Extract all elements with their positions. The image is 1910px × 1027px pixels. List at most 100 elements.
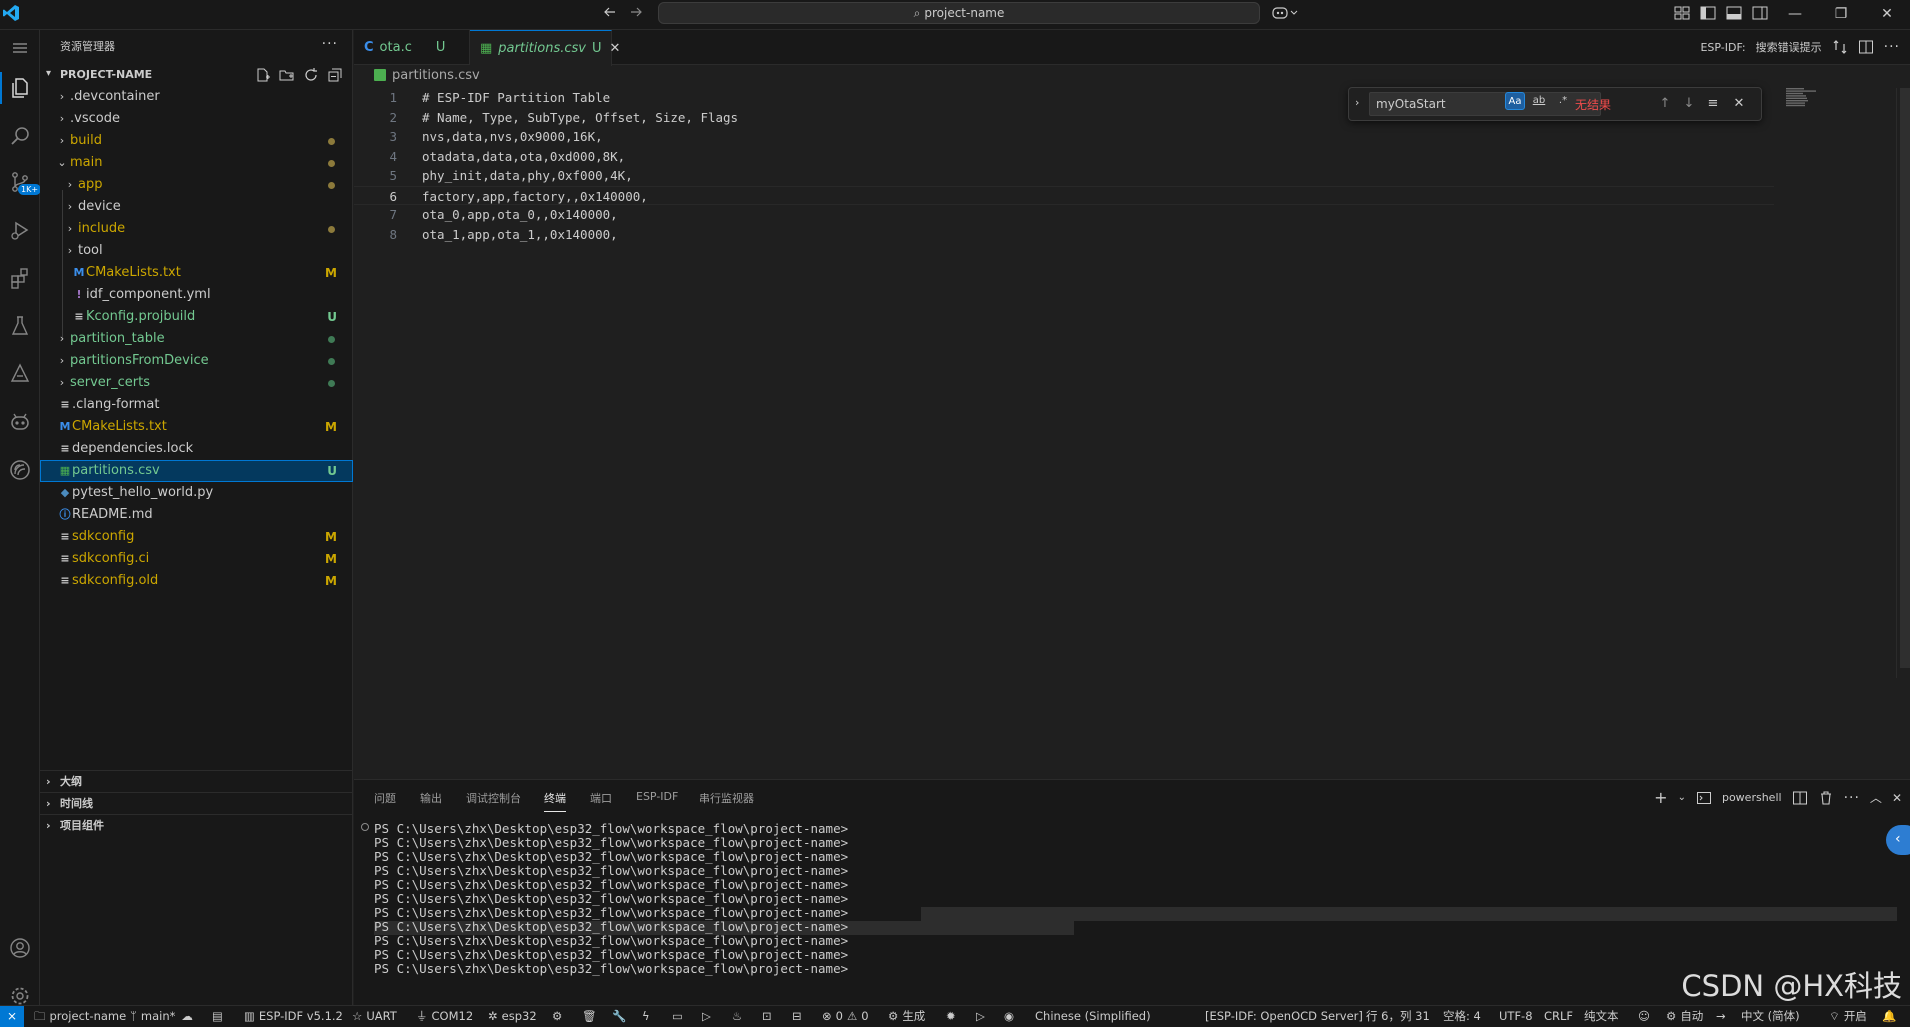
status-settings[interactable]: ⚙ bbox=[552, 1006, 562, 1027]
status-build[interactable]: 🔧 bbox=[612, 1006, 626, 1027]
extensions-button[interactable] bbox=[4, 262, 36, 294]
panel-tab[interactable]: 调试控制台 bbox=[466, 790, 521, 812]
code-line[interactable]: 4 otadata,data,ota,0xd000,8K, bbox=[354, 147, 1774, 166]
split-editor-icon[interactable] bbox=[1858, 39, 1874, 55]
tree-file[interactable]: ≡ Kconfig.projbuild U bbox=[40, 306, 353, 328]
panel-tab[interactable]: 终端 bbox=[544, 790, 566, 812]
scrollbar-thumb[interactable] bbox=[1900, 88, 1910, 668]
status-encoding[interactable]: UTF-8 bbox=[1499, 1006, 1533, 1027]
status-export[interactable]: ⊟ bbox=[792, 1006, 802, 1027]
new-folder-icon[interactable] bbox=[279, 67, 295, 83]
breadcrumb[interactable]: partitions.csv bbox=[374, 66, 480, 86]
status-uart[interactable]: ☆ UART bbox=[352, 1006, 397, 1027]
tree-file[interactable]: ! idf_component.yml bbox=[40, 284, 353, 306]
panel-tab[interactable]: ESP-IDF bbox=[636, 790, 678, 812]
status-watch[interactable]: ◉ bbox=[1004, 1006, 1014, 1027]
remote-button[interactable]: ⨯ bbox=[0, 1006, 24, 1027]
toggle-replace-icon[interactable]: › bbox=[1355, 96, 1359, 109]
new-terminal-button[interactable]: + bbox=[1654, 788, 1667, 807]
status-project[interactable]: 🗀 project-name bbox=[34, 1006, 126, 1027]
split-terminal-icon[interactable] bbox=[1792, 790, 1808, 806]
status-cursor-position[interactable]: 行 6，列 31 bbox=[1366, 1006, 1430, 1027]
match-case-toggle[interactable]: Aa bbox=[1505, 92, 1525, 110]
status-port[interactable]: ⏚ COM12 bbox=[416, 1006, 473, 1027]
project-header[interactable]: ▾ PROJECT-NAME bbox=[40, 64, 353, 86]
status-build-task[interactable]: ⚙ 生成 bbox=[888, 1006, 925, 1027]
tree-folder[interactable]: › tool bbox=[40, 240, 353, 262]
menu-button[interactable] bbox=[4, 32, 36, 64]
timeline-section[interactable]: › 时间线 bbox=[40, 792, 353, 814]
close-panel-icon[interactable]: ✕ bbox=[1892, 791, 1902, 805]
toggle-sidebar-button[interactable] bbox=[1700, 6, 1716, 20]
panel-tab[interactable]: 问题 bbox=[374, 790, 396, 812]
status-language-pack[interactable]: Chinese (Simplified) bbox=[1035, 1006, 1151, 1027]
status-indentation[interactable]: 空格: 4 bbox=[1443, 1006, 1481, 1027]
tree-folder[interactable]: › build bbox=[40, 130, 353, 152]
code-line[interactable]: 7 ota_0,app,ota_0,,0x140000, bbox=[354, 205, 1774, 224]
status-eol[interactable]: CRLF bbox=[1544, 1006, 1573, 1027]
status-run[interactable]: ▷ bbox=[976, 1006, 985, 1027]
accounts-button[interactable] bbox=[4, 932, 36, 964]
next-match-button[interactable]: ↓ bbox=[1679, 94, 1699, 114]
breadcrumb-file[interactable]: partitions.csv bbox=[392, 68, 480, 83]
tab-ota-c[interactable]: Cota.c U bbox=[354, 30, 470, 65]
previous-match-button[interactable]: ↑ bbox=[1655, 94, 1675, 114]
close-find-button[interactable]: ✕ bbox=[1729, 94, 1749, 114]
status-problems[interactable]: ⊗ 0 ⚠ 0 bbox=[822, 1006, 869, 1027]
search-error-hint-button[interactable]: 搜索错误提示 bbox=[1756, 30, 1822, 65]
chevron-down-icon[interactable]: ⌄ bbox=[1678, 792, 1686, 803]
status-target[interactable]: ✲ esp32 bbox=[488, 1006, 537, 1027]
tree-file[interactable]: M CMakeLists.txt M bbox=[40, 262, 353, 284]
tree-file[interactable]: ≡ sdkconfig.ci M bbox=[40, 548, 353, 570]
tree-folder[interactable]: › partition_table bbox=[40, 328, 353, 350]
restore-button[interactable]: ❐ bbox=[1818, 0, 1864, 30]
tree-folder[interactable]: › partitionsFromDevice bbox=[40, 350, 353, 372]
status-on[interactable]: ⌔ 开启 bbox=[1829, 1006, 1867, 1027]
maximize-panel-icon[interactable]: ︿ bbox=[1870, 789, 1882, 806]
status-debug[interactable]: ▷ bbox=[702, 1006, 711, 1027]
chat-toggle-button[interactable]: ‹ bbox=[1886, 825, 1910, 855]
trash-icon[interactable] bbox=[1818, 790, 1834, 806]
customize-layout-button[interactable] bbox=[1674, 6, 1690, 20]
espressif-button[interactable] bbox=[4, 454, 36, 486]
close-window-button[interactable]: ✕ bbox=[1864, 0, 1910, 30]
code-line[interactable]: 3 nvs,data,nvs,0x9000,16K, bbox=[354, 127, 1774, 146]
new-file-icon[interactable] bbox=[255, 67, 271, 83]
outline-section[interactable]: › 大纲 bbox=[40, 770, 353, 792]
regex-toggle[interactable]: .* bbox=[1553, 92, 1573, 110]
tree-folder[interactable]: › app bbox=[40, 174, 353, 196]
status-locale[interactable]: 中文 (简体) bbox=[1741, 1006, 1800, 1027]
minimize-button[interactable]: — bbox=[1772, 0, 1818, 30]
status-espidf-version[interactable]: ▥ ESP-IDF v5.1.2 bbox=[244, 1006, 343, 1027]
status-notifications[interactable]: 🔔 bbox=[1882, 1006, 1896, 1027]
tree-file[interactable]: ▦ partitions.csv U bbox=[40, 460, 353, 482]
forward-button[interactable] bbox=[626, 4, 646, 24]
tree-file[interactable]: ≡ .clang-format bbox=[40, 394, 353, 416]
panel-tab[interactable]: 端口 bbox=[590, 790, 612, 812]
command-center-search[interactable]: ⌕ project-name bbox=[658, 2, 1260, 24]
status-copilot[interactable]: ☺ bbox=[1638, 1006, 1650, 1027]
code-line[interactable]: 6 factory,app,factory,,0x140000, bbox=[354, 185, 1774, 205]
status-build-flash-monitor[interactable]: ♨ bbox=[732, 1006, 742, 1027]
minimap[interactable] bbox=[1786, 88, 1836, 118]
close-tab-icon[interactable]: ✕ bbox=[610, 41, 621, 56]
more-actions-icon[interactable]: ··· bbox=[1844, 790, 1860, 806]
tree-file[interactable]: ◆ pytest_hello_world.py bbox=[40, 482, 353, 504]
code-editor[interactable]: 1 # ESP-IDF Partition Table 2 # Name, Type,… bbox=[354, 88, 1910, 778]
compare-changes-icon[interactable] bbox=[1832, 39, 1848, 55]
find-in-selection-button[interactable]: ≡ bbox=[1703, 94, 1723, 114]
editor-scrollbar[interactable] bbox=[1896, 88, 1910, 678]
status-language-mode[interactable]: 纯文本 bbox=[1584, 1006, 1619, 1027]
tree-folder[interactable]: › include bbox=[40, 218, 353, 240]
more-actions-icon[interactable]: ··· bbox=[1884, 30, 1900, 65]
tree-folder[interactable]: ⌄ main bbox=[40, 152, 353, 174]
remote-explorer-button[interactable] bbox=[4, 358, 36, 390]
source-control-button[interactable]: 1K+ bbox=[4, 166, 42, 198]
refresh-icon[interactable] bbox=[303, 67, 319, 83]
code-line[interactable]: 5 phy_init,data,phy,0xf000,4K, bbox=[354, 166, 1774, 185]
tree-file[interactable]: M CMakeLists.txt M bbox=[40, 416, 353, 438]
terminal-shell-label[interactable]: powershell bbox=[1722, 791, 1782, 804]
copilot-chat-button[interactable] bbox=[4, 406, 36, 438]
status-switch[interactable]: → bbox=[1716, 1006, 1726, 1027]
status-monitor[interactable]: ▭ bbox=[672, 1006, 683, 1027]
